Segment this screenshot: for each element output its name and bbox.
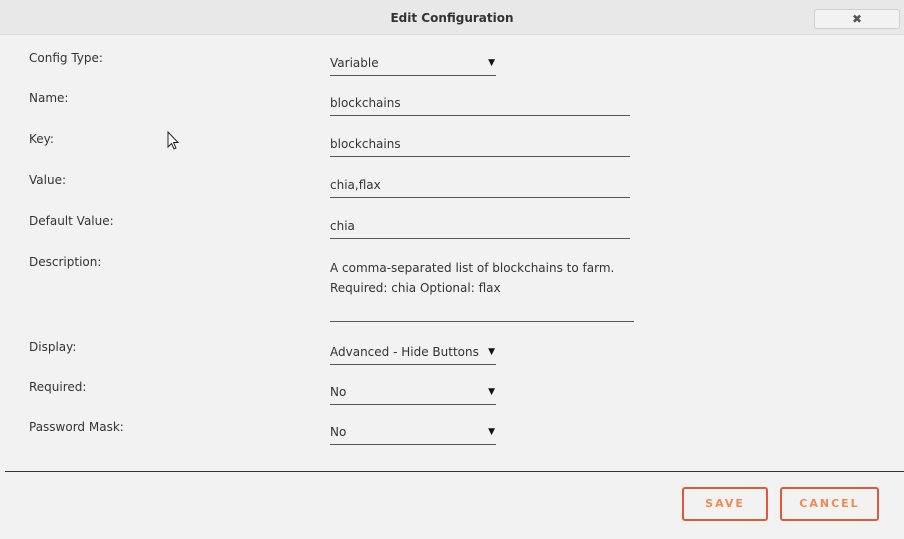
key-label: Key: xyxy=(29,132,54,146)
config-type-select[interactable]: Variable ▼ xyxy=(330,56,496,76)
description-line-1: A comma-separated list of blockchains to… xyxy=(330,261,615,275)
config-type-value: Variable xyxy=(330,56,379,70)
caret-down-icon: ▼ xyxy=(488,347,495,357)
save-button[interactable]: SAVE xyxy=(682,487,768,521)
config-type-label: Config Type: xyxy=(29,51,103,65)
edit-configuration-dialog: Edit Configuration ✖ Config Type: Variab… xyxy=(0,0,904,539)
password-mask-label: Password Mask: xyxy=(29,420,124,434)
caret-down-icon: ▼ xyxy=(488,427,495,437)
required-label: Required: xyxy=(29,380,87,394)
close-icon: ✖ xyxy=(851,12,863,26)
description-label: Description: xyxy=(29,255,102,269)
mouse-pointer-icon xyxy=(167,131,180,150)
display-label: Display: xyxy=(29,340,77,354)
value-input[interactable]: chia,flax xyxy=(330,178,630,198)
key-input[interactable]: blockchains xyxy=(330,137,630,157)
footer-divider xyxy=(5,471,904,472)
value-label: Value: xyxy=(29,173,66,187)
password-mask-value: No xyxy=(330,425,347,439)
display-value: Advanced - Hide Buttons xyxy=(330,345,479,359)
dialog-titlebar: Edit Configuration ✖ xyxy=(0,0,904,35)
description-textarea[interactable]: A comma-separated list of blockchains to… xyxy=(330,258,634,322)
password-mask-select[interactable]: No ▼ xyxy=(330,425,496,445)
name-label: Name: xyxy=(29,91,69,105)
required-select[interactable]: No ▼ xyxy=(330,385,496,405)
dialog-title: Edit Configuration xyxy=(390,11,514,25)
close-button[interactable]: ✖ xyxy=(814,9,900,29)
cancel-button[interactable]: CANCEL xyxy=(780,487,879,521)
default-value-label: Default Value: xyxy=(29,214,114,228)
required-value: No xyxy=(330,385,347,399)
caret-down-icon: ▼ xyxy=(488,387,495,397)
name-input[interactable]: blockchains xyxy=(330,96,630,116)
description-line-2: Required: chia Optional: flax xyxy=(330,281,501,295)
caret-down-icon: ▼ xyxy=(488,58,495,68)
default-value-input[interactable]: chia xyxy=(330,219,630,239)
display-select[interactable]: Advanced - Hide Buttons ▼ xyxy=(330,345,496,365)
